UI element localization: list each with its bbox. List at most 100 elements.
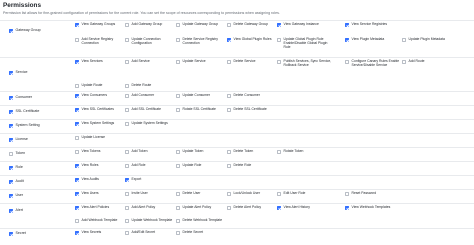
permission-checkbox[interactable] <box>75 22 79 27</box>
group-consumer[interactable]: Consumer <box>9 95 32 100</box>
permission-rotate-token[interactable]: Rotate Token <box>277 149 340 154</box>
permission-checkbox[interactable] <box>277 205 281 210</box>
permission-checkbox[interactable] <box>227 37 231 42</box>
permission-checkbox[interactable] <box>227 191 231 196</box>
group-audit[interactable]: Audit <box>9 179 24 184</box>
permission-checkbox[interactable] <box>176 22 180 27</box>
permission-checkbox[interactable] <box>75 135 79 140</box>
permission-checkbox[interactable] <box>75 163 79 168</box>
permission-checkbox[interactable] <box>125 205 129 210</box>
permission-checkbox[interactable] <box>125 83 129 88</box>
group-checkbox[interactable] <box>9 109 13 114</box>
permission-checkbox[interactable] <box>125 22 129 27</box>
group-role[interactable]: Role <box>9 165 23 170</box>
permission-checkbox[interactable] <box>125 230 129 235</box>
group-checkbox[interactable] <box>9 208 13 213</box>
permission-reset-password[interactable]: Reset Password <box>345 191 408 196</box>
permission-update-system-settings[interactable]: Update System Settings <box>125 121 188 126</box>
permission-checkbox[interactable] <box>176 205 180 210</box>
permission-checkbox[interactable] <box>345 59 349 64</box>
permission-checkbox[interactable] <box>125 191 129 196</box>
group-checkbox[interactable] <box>9 231 13 236</box>
permission-checkbox[interactable] <box>345 191 349 196</box>
permission-delete-ssl-certificate[interactable]: Delete SSL Certificate <box>227 107 290 112</box>
group-checkbox[interactable] <box>9 70 13 75</box>
permission-checkbox[interactable] <box>125 37 129 42</box>
permission-checkbox[interactable] <box>277 37 281 42</box>
group-checkbox[interactable] <box>9 179 13 184</box>
group-alert[interactable]: Alert <box>9 208 23 213</box>
group-token[interactable]: Token <box>9 151 25 156</box>
permission-checkbox[interactable] <box>125 218 129 223</box>
permission-checkbox[interactable] <box>75 230 79 235</box>
permission-checkbox[interactable] <box>176 37 180 42</box>
group-checkbox[interactable] <box>9 95 13 100</box>
permission-checkbox[interactable] <box>227 59 231 64</box>
group-checkbox[interactable] <box>9 137 13 142</box>
permission-checkbox[interactable] <box>176 163 180 168</box>
group-license[interactable]: License <box>9 137 28 142</box>
permission-view-gateway-instance[interactable]: View Gateway Instance <box>277 22 340 27</box>
permission-checkbox[interactable] <box>227 149 231 154</box>
permission-checkbox[interactable] <box>75 93 79 98</box>
permission-delete-role[interactable]: Delete Role <box>227 163 290 168</box>
permission-update-license[interactable]: Update License <box>75 135 138 140</box>
permission-update-plugin-metadata[interactable]: Update Plugin Metadata <box>402 37 465 42</box>
permission-view-plugin-metadata[interactable]: View Plugin Metadata <box>345 37 408 42</box>
permission-checkbox[interactable] <box>75 59 79 64</box>
permission-checkbox[interactable] <box>75 218 79 223</box>
permission-view-alert-history[interactable]: View Alert History <box>277 205 340 210</box>
permission-checkbox[interactable] <box>75 83 79 88</box>
permission-checkbox[interactable] <box>75 177 79 182</box>
permission-checkbox[interactable] <box>176 230 180 235</box>
permission-checkbox[interactable] <box>402 59 406 64</box>
permission-configure-canary-rules-enable-service-disable-service[interactable]: Configure Canary Rules Enable Service/Di… <box>345 59 408 67</box>
group-checkbox[interactable] <box>9 28 13 33</box>
permission-update-global-plugin-rule-enable-disable-global-plugin-rule[interactable]: Update Global Plugin Rule Enable/Disable… <box>277 37 340 50</box>
group-checkbox[interactable] <box>9 165 13 170</box>
permission-checkbox[interactable] <box>227 22 231 27</box>
permission-delete-route[interactable]: Delete Route <box>125 83 188 88</box>
permission-checkbox[interactable] <box>176 149 180 154</box>
permission-checkbox[interactable] <box>227 163 231 168</box>
permission-delete-webhook-template[interactable]: Delete Webhook Template <box>176 218 239 223</box>
group-checkbox[interactable] <box>9 123 13 128</box>
permission-checkbox[interactable] <box>125 107 129 112</box>
group-ssl-certificate[interactable]: SSL Certificate <box>9 109 39 114</box>
group-gateway-group[interactable]: Gateway Group <box>9 28 41 33</box>
permission-checkbox[interactable] <box>176 59 180 64</box>
permission-checkbox[interactable] <box>125 121 129 126</box>
group-user[interactable]: User <box>9 193 23 198</box>
permission-checkbox[interactable] <box>176 93 180 98</box>
permission-checkbox[interactable] <box>75 191 79 196</box>
permission-checkbox[interactable] <box>125 93 129 98</box>
permission-delete-consumer[interactable]: Delete Consumer <box>227 93 290 98</box>
permission-checkbox[interactable] <box>277 59 281 64</box>
permission-checkbox[interactable] <box>176 218 180 223</box>
permission-checkbox[interactable] <box>75 205 79 210</box>
permission-checkbox[interactable] <box>125 149 129 154</box>
permission-checkbox[interactable] <box>345 22 349 27</box>
permission-checkbox[interactable] <box>75 107 79 112</box>
permission-checkbox[interactable] <box>75 121 79 126</box>
group-checkbox[interactable] <box>9 193 13 198</box>
group-service[interactable]: Service <box>9 70 27 75</box>
group-checkbox[interactable] <box>9 151 13 156</box>
permission-checkbox[interactable] <box>176 107 180 112</box>
permission-checkbox[interactable] <box>176 191 180 196</box>
group-secret[interactable]: Secret <box>9 231 26 236</box>
permission-edit-user-role[interactable]: Edit User Role <box>277 191 340 196</box>
permission-checkbox[interactable] <box>227 107 231 112</box>
permission-checkbox[interactable] <box>277 191 281 196</box>
permission-checkbox[interactable] <box>125 59 129 64</box>
permission-checkbox[interactable] <box>345 37 349 42</box>
permission-export[interactable]: Export <box>125 177 188 182</box>
permission-checkbox[interactable] <box>75 37 79 42</box>
permission-checkbox[interactable] <box>227 205 231 210</box>
permission-checkbox[interactable] <box>345 205 349 210</box>
permission-view-service-registries[interactable]: View Service Registries <box>345 22 408 27</box>
permission-delete-secret[interactable]: Delete Secret <box>176 230 239 235</box>
permission-checkbox[interactable] <box>125 177 129 182</box>
permission-publish-services-sync-service-rollback-service[interactable]: Publish Services, Sync Service, Rollback… <box>277 59 340 67</box>
group-system-setting[interactable]: System Setting <box>9 123 40 128</box>
